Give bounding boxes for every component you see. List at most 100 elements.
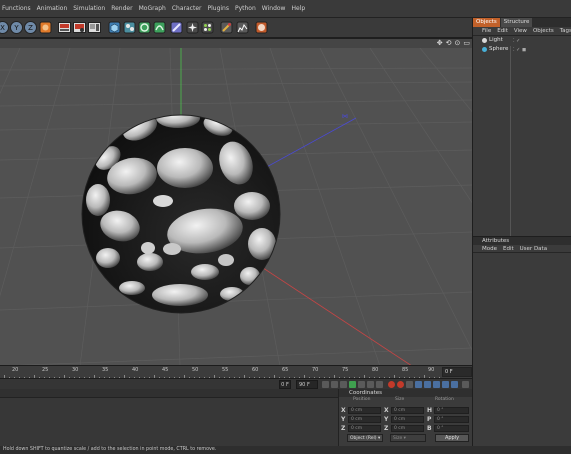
svg-text:X: X xyxy=(0,24,5,32)
cube-primitive-icon[interactable] xyxy=(108,21,121,34)
go-to-end-icon[interactable] xyxy=(376,381,383,388)
scene-icon[interactable] xyxy=(170,21,183,34)
size-mode-dropdown[interactable]: Size ▾ xyxy=(390,434,426,442)
coord-row-x: X 0 cm X 0 cm H 0 ° xyxy=(339,407,473,415)
axis-label: P xyxy=(427,416,432,423)
x-axis-lock-icon[interactable]: X xyxy=(0,21,9,34)
menu-render[interactable]: Render xyxy=(111,5,132,12)
render-picture-viewer-icon[interactable] xyxy=(73,21,86,34)
size-z-field[interactable]: 0 cm xyxy=(391,425,424,432)
menu-simulation[interactable]: Simulation xyxy=(73,5,105,12)
rotation-h-field[interactable]: 0 ° xyxy=(434,407,469,414)
menu-mode[interactable]: Mode xyxy=(482,245,497,252)
axis-label: Z xyxy=(341,425,346,432)
menu-objects[interactable]: Objects xyxy=(533,27,554,35)
timeline-label: 70 xyxy=(312,367,319,373)
coordinate-mode-dropdown[interactable]: Object (Rel) ▾ xyxy=(347,434,383,442)
position-z-field[interactable]: 0 cm xyxy=(348,425,381,432)
column-divider[interactable] xyxy=(510,46,511,236)
position-y-field[interactable]: 0 cm xyxy=(348,416,381,423)
size-x-field[interactable]: 0 cm xyxy=(391,407,424,414)
object-row-light[interactable]: Light ⁚ ✓ xyxy=(473,36,571,45)
timeline-label: 60 xyxy=(252,367,259,373)
next-frame-icon[interactable] xyxy=(358,381,365,388)
menu-window[interactable]: Window xyxy=(262,5,286,12)
array-icon[interactable] xyxy=(138,21,151,34)
svg-text:Y: Y xyxy=(13,24,19,32)
timeline-label: 20 xyxy=(12,367,19,373)
previous-frame-icon[interactable] xyxy=(340,381,347,388)
record-icon[interactable] xyxy=(388,381,395,388)
axis-label: X xyxy=(384,407,389,414)
end-frame-field[interactable]: 90 F xyxy=(296,380,318,389)
tab-structure[interactable]: Structure xyxy=(500,18,533,27)
light-icon[interactable] xyxy=(201,21,214,34)
position-key-icon[interactable] xyxy=(415,381,422,388)
start-frame-field[interactable]: 0 F xyxy=(279,380,291,389)
menu-edit[interactable]: Edit xyxy=(503,245,514,252)
effector-icon[interactable] xyxy=(220,21,233,34)
deformer-icon[interactable] xyxy=(153,21,166,34)
menu-user-data[interactable]: User Data xyxy=(520,245,547,252)
rotation-key-icon[interactable] xyxy=(433,381,440,388)
rotation-p-field[interactable]: 0 ° xyxy=(434,416,469,423)
object-manager-menu: File Edit View Objects Tags xyxy=(473,27,571,36)
camera-icon[interactable] xyxy=(186,21,199,34)
menu-edit[interactable]: Edit xyxy=(497,27,508,35)
object-manager-tabs: Objects Structure xyxy=(473,18,571,27)
play-icon[interactable] xyxy=(349,381,356,388)
timeline-label: 75 xyxy=(342,367,349,373)
menu-tags[interactable]: Tags xyxy=(560,27,571,35)
svg-text:Z: Z xyxy=(28,24,33,32)
apply-button[interactable]: Apply xyxy=(435,434,469,442)
menu-functions[interactable]: Functions xyxy=(2,5,31,12)
viewport-canvas[interactable]: ⋈ xyxy=(0,48,472,365)
object-row-sphere[interactable]: Sphere ⁚ ✓ ◼ xyxy=(473,45,571,54)
axis-label: B xyxy=(427,425,432,432)
go-to-start-icon[interactable] xyxy=(322,381,329,388)
y-axis-lock-icon[interactable]: Y xyxy=(10,21,23,34)
world-coordinates-icon[interactable] xyxy=(39,21,52,34)
subdivision-icon[interactable] xyxy=(123,21,136,34)
move-view-icon[interactable]: ✥ xyxy=(437,39,443,47)
keyframe-selection-icon[interactable] xyxy=(406,381,413,388)
render-view-icon[interactable] xyxy=(58,21,71,34)
python-icon[interactable] xyxy=(255,21,268,34)
edit-render-settings-icon[interactable] xyxy=(88,21,101,34)
scale-key-icon[interactable] xyxy=(424,381,431,388)
position-x-field[interactable]: 0 cm xyxy=(348,407,381,414)
menu-mograph[interactable]: MoGraph xyxy=(139,5,166,12)
timeline-label: 45 xyxy=(162,367,169,373)
viewport-header: ✥ ⟲ ⊙ ▭ xyxy=(0,39,472,48)
zoom-view-icon[interactable]: ⊙ xyxy=(455,39,461,47)
rotation-b-field[interactable]: 0 ° xyxy=(434,425,469,432)
current-frame-readout: 0 F xyxy=(442,367,472,377)
timeline-options-icon[interactable] xyxy=(462,381,469,388)
tab-objects[interactable]: Objects xyxy=(473,18,500,27)
menu-plugins[interactable]: Plugins xyxy=(207,5,229,12)
next-key-icon[interactable] xyxy=(367,381,374,388)
timeline-ruler[interactable]: 20 25 30 35 40 45 50 55 60 65 70 75 80 8… xyxy=(0,365,472,379)
axis-label: X xyxy=(341,407,346,414)
z-axis-lock-icon[interactable]: Z xyxy=(24,21,37,34)
size-y-field[interactable]: 0 cm xyxy=(391,416,424,423)
sketch-icon[interactable] xyxy=(236,21,249,34)
menu-file[interactable]: File xyxy=(482,27,491,35)
rotate-view-icon[interactable]: ⟲ xyxy=(446,39,452,47)
autokey-icon[interactable] xyxy=(397,381,404,388)
perspective-viewport[interactable]: ✥ ⟲ ⊙ ▭ ⋈ xyxy=(0,38,472,365)
menu-view[interactable]: View xyxy=(514,27,527,35)
menu-help[interactable]: Help xyxy=(291,5,305,12)
previous-key-icon[interactable] xyxy=(331,381,338,388)
visibility-flags[interactable]: ⁚ ✓ ◼ xyxy=(513,46,526,55)
parameter-key-icon[interactable] xyxy=(442,381,449,388)
menu-animation[interactable]: Animation xyxy=(37,5,68,12)
point-level-key-icon[interactable] xyxy=(451,381,458,388)
coordinates-manager: Coordinates Position Size Rotation X 0 c… xyxy=(338,389,472,446)
maximize-view-icon[interactable]: ▭ xyxy=(463,39,470,47)
material-manager[interactable] xyxy=(0,389,338,446)
menu-character[interactable]: Character xyxy=(172,5,202,12)
playback-controls: 0 F 90 F xyxy=(0,378,472,389)
command-toolbar: X Y Z xyxy=(0,18,472,38)
menu-python[interactable]: Python xyxy=(235,5,256,12)
